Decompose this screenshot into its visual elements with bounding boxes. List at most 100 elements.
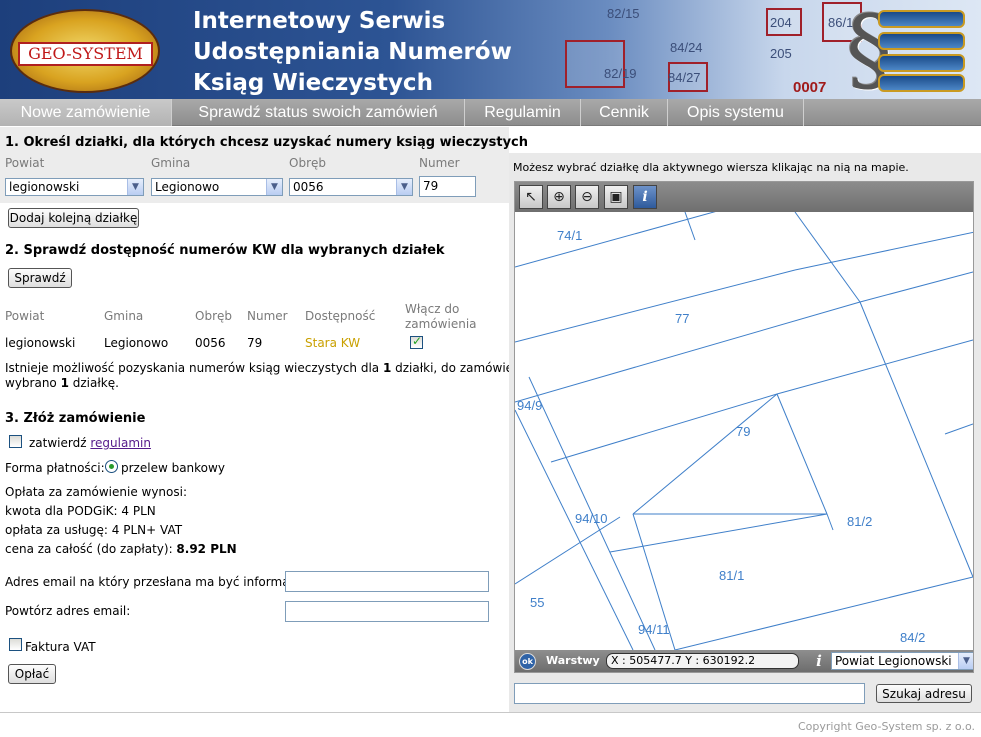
parcel-label: 84/2 — [900, 630, 925, 645]
header-map-label: 84/27 — [668, 70, 701, 85]
confirm-label: zatwierdź regulamin — [29, 436, 151, 450]
parcel-label: 79 — [736, 424, 750, 439]
select-arrow-icon[interactable]: ↖ — [519, 185, 543, 209]
step3-heading: 3. Złóż zamówienie — [5, 411, 146, 426]
parcel-line — [826, 513, 834, 531]
pay-button[interactable]: Opłać — [8, 664, 56, 684]
logo-text: GEO-SYSTEM — [18, 42, 153, 66]
regulamin-link[interactable]: regulamin — [90, 436, 151, 450]
parcel-line — [776, 339, 973, 395]
obreb-select[interactable]: 0056 ▼ — [289, 178, 413, 196]
info-icon[interactable]: i — [633, 185, 657, 209]
map-status-bar: ok Warstwy X : 505477.7 Y : 630192.2 i P… — [515, 650, 973, 672]
tab-sprawdz-status[interactable]: Sprawdź status swoich zamówień — [172, 99, 465, 126]
parcel-label: 77 — [675, 311, 689, 326]
full-extent-icon[interactable]: ▣ — [604, 185, 628, 209]
col-include-line2: zamówienia — [405, 317, 477, 331]
site-title: Internetowy Serwis Udostępniania Numerów… — [193, 6, 512, 99]
availability-info: Istnieje możliwość pozyskania numerów ks… — [5, 361, 531, 375]
parcel-label: 55 — [530, 595, 544, 610]
include-checkbox[interactable] — [410, 334, 423, 349]
map-powiat-value: Powiat Legionowski — [835, 654, 952, 668]
parcel-label: 74/1 — [557, 228, 582, 243]
address-search-input[interactable] — [514, 683, 865, 704]
parcel-line — [944, 423, 973, 435]
ok-icon[interactable]: ok — [519, 653, 536, 670]
map-powiat-select[interactable]: Powiat Legionowski ▼ — [831, 652, 973, 670]
chevron-down-icon: ▼ — [396, 179, 412, 195]
header-map-label: 204 — [770, 15, 792, 30]
col-gmina: Gmina — [104, 309, 144, 323]
cell-numer: 79 — [247, 336, 263, 350]
invoice-label: Faktura VAT — [25, 640, 96, 654]
invoice-checkbox[interactable] — [9, 638, 22, 651]
gmina-label: Gmina — [151, 156, 191, 170]
cell-gmina: Legionowo — [104, 336, 169, 350]
confirm-checkbox[interactable] — [9, 435, 22, 448]
col-obreb: Obręb — [195, 309, 232, 323]
confirm-label-text: zatwierdź — [29, 436, 87, 450]
header-map-label: 82/19 — [604, 66, 637, 81]
site-title-line: Udostępniania Numerów — [193, 39, 512, 65]
parcel-line — [859, 271, 973, 303]
fee-service: opłata za usługę: 4 PLN+ VAT — [5, 523, 183, 537]
email-repeat-input[interactable] — [285, 601, 489, 622]
powiat-select[interactable]: legionowski ▼ — [5, 178, 144, 196]
tab-cennik[interactable]: Cennik — [581, 99, 668, 126]
site-title-line: Ksiąg Wieczystych — [193, 70, 433, 96]
parcel-line — [684, 212, 696, 241]
selected-info-text: wybrano — [5, 376, 61, 390]
parcel-map[interactable]: 74/1 77 94/9 79 94/10 81/2 81/1 55 94/11 84/2 — [515, 212, 973, 650]
col-include-line1: Włącz do — [405, 302, 460, 316]
map-panel: Możesz wybrać działkę dla aktywnego wier… — [509, 153, 981, 712]
order-form-panel: 1. Określ działki, dla których chcesz uz… — [0, 127, 531, 712]
info-icon[interactable]: i — [811, 652, 827, 670]
tab-opis-systemu[interactable]: Opis systemu — [668, 99, 804, 126]
payment-radio[interactable] — [105, 460, 118, 473]
numer-input[interactable]: 79 — [419, 176, 476, 197]
payment-option-label: przelew bankowy — [121, 461, 225, 475]
parcel-line — [794, 212, 861, 303]
chevron-down-icon: ▼ — [127, 179, 143, 195]
col-numer: Numer — [247, 309, 288, 323]
coordinates-readout: X : 505477.7 Y : 630192.2 — [606, 653, 799, 669]
parcel-label: 81/1 — [719, 568, 744, 583]
powiat-label: Powiat — [5, 156, 45, 170]
geo-system-logo[interactable]: GEO-SYSTEM — [10, 9, 160, 93]
search-address-button[interactable]: Szukaj adresu — [876, 684, 972, 703]
map-canvas[interactable]: 74/1 77 94/9 79 94/10 81/2 81/1 55 94/11 84/2 — [515, 212, 973, 650]
parcel-line — [515, 212, 716, 268]
parcel-line — [794, 231, 973, 271]
email-input[interactable] — [285, 571, 489, 592]
check-button[interactable]: Sprawdź — [8, 268, 72, 288]
availability-info-text: Istnieje możliwość pozyskania numerów ks… — [5, 361, 383, 375]
gmina-select[interactable]: Legionowo ▼ — [151, 178, 283, 196]
header-decor-bar — [878, 10, 965, 28]
col-powiat: Powiat — [5, 309, 45, 323]
add-parcel-button[interactable]: Dodaj kolejną działkę — [8, 208, 139, 228]
header-map-label: 82/15 — [607, 6, 640, 21]
payment-label: Forma płatności: — [5, 461, 105, 475]
tab-regulamin[interactable]: Regulamin — [465, 99, 581, 126]
zoom-in-icon[interactable]: ⊕ — [547, 185, 571, 209]
numer-label: Numer — [419, 156, 460, 170]
zoom-out-icon[interactable]: ⊖ — [575, 185, 599, 209]
main-navigation: Nowe zamówienie Sprawdź status swoich za… — [0, 99, 981, 126]
powiat-select-value: legionowski — [9, 180, 80, 194]
radio-selected-dot — [109, 464, 114, 469]
layers-button[interactable]: Warstwy — [546, 654, 600, 667]
parcel-line — [674, 576, 973, 650]
selected-info: wybrano 1 działkę. — [5, 376, 119, 390]
footer-divider — [0, 712, 981, 713]
cell-dostepnosc: Stara KW — [305, 336, 361, 350]
parcel-label: 81/2 — [847, 514, 872, 529]
tab-nowe-zamowienie[interactable]: Nowe zamówienie — [0, 99, 172, 126]
email-label: Adres email na który przesłana ma być in… — [5, 575, 311, 589]
total-value: 8.92 PLN — [176, 542, 237, 556]
chevron-down-icon: ▼ — [266, 179, 282, 195]
gmina-select-value: Legionowo — [155, 180, 220, 194]
header-decor-bar — [878, 32, 965, 50]
parcel-line — [515, 269, 796, 343]
map-frame: ↖ ⊕ ⊖ ▣ i 74/1 77 94/9 79 94/10 81/2 81/… — [514, 181, 974, 673]
selected-info-text: działkę. — [68, 376, 119, 390]
